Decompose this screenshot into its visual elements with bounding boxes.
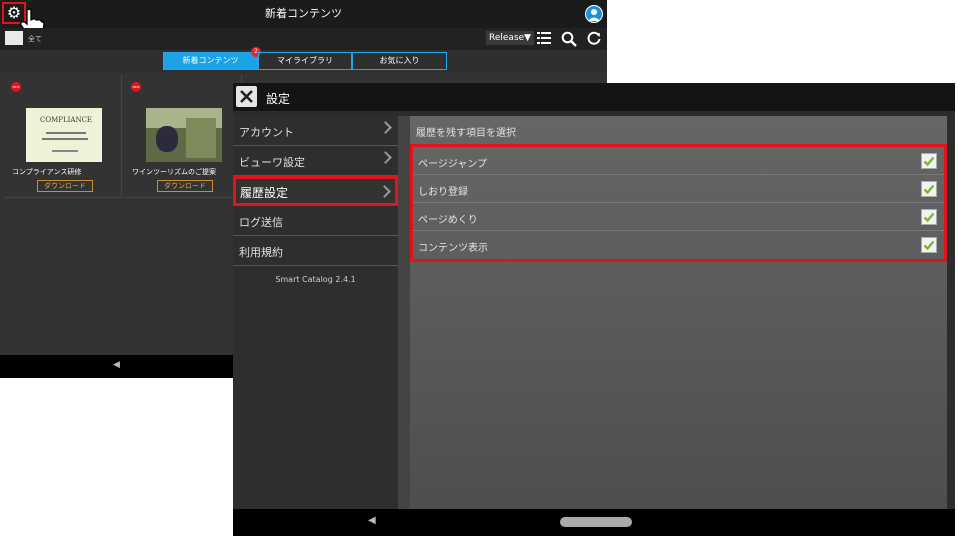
option-label: ページめくり [418, 215, 478, 226]
new-badge: NEW [11, 82, 21, 92]
close-icon [240, 90, 253, 103]
checkmark-icon [923, 212, 935, 223]
menu-label: 履歴設定 [240, 186, 289, 200]
settings-header [233, 83, 955, 111]
panel-header: 履歴を残す項目を選択 [416, 128, 516, 139]
back-icon[interactable]: ◀ [368, 515, 376, 526]
content-card[interactable]: NEW ワインツーリズムのご提案 ダウンロード [124, 74, 242, 198]
content-card[interactable]: NEW COMPLIANCE コンプライアンス研修 ダウンロード [4, 74, 122, 198]
option-checkbox[interactable] [921, 181, 937, 197]
panel-divider [398, 116, 410, 509]
card-title: コンプライアンス研修 [12, 168, 82, 176]
chevron-right-icon [379, 121, 392, 134]
list-view-icon[interactable] [537, 31, 551, 45]
tab-label: マイライブラリ [277, 56, 333, 65]
home-pill-icon[interactable] [560, 517, 632, 527]
content-thumbnail[interactable] [146, 108, 222, 162]
thumbnail-text: COMPLIANCE [40, 116, 93, 124]
tab-my-library[interactable]: マイライブラリ [258, 52, 352, 70]
menu-item-terms[interactable]: 利用規約 [233, 237, 398, 266]
user-avatar-icon[interactable] [585, 5, 603, 23]
option-checkbox[interactable] [921, 153, 937, 169]
menu-item-send-log[interactable]: ログ送信 [233, 207, 398, 236]
new-badge: NEW [131, 82, 141, 92]
menu-label: ビューワ設定 [239, 156, 305, 169]
folder-label: 全て [28, 35, 42, 43]
menu-label: 利用規約 [239, 246, 283, 259]
option-bookmark[interactable]: しおり登録 [413, 175, 944, 203]
menu-label: アカウント [239, 126, 294, 139]
chevron-right-icon [379, 151, 392, 164]
download-button[interactable]: ダウンロード [157, 180, 213, 192]
option-checkbox[interactable] [921, 237, 937, 253]
tab-label: お気に入り [379, 56, 420, 65]
option-page-turn[interactable]: ページめくり [413, 203, 944, 231]
back-icon[interactable]: ◀ [113, 360, 120, 370]
menu-label: ログ送信 [239, 216, 283, 229]
app-version: Smart Catalog 2.4.1 [275, 275, 356, 284]
download-button[interactable]: ダウンロード [37, 180, 93, 192]
option-content-display[interactable]: コンテンツ表示 [413, 231, 944, 259]
content-tabs: 新着コンテンツ 2 マイライブラリ お気に入り [163, 47, 447, 70]
checkmark-icon [923, 184, 935, 195]
menu-item-viewer-settings[interactable]: ビューワ設定 [233, 147, 398, 176]
folder-icon[interactable] [5, 31, 23, 45]
search-icon[interactable] [561, 31, 577, 47]
release-select[interactable]: Release▼ [486, 31, 535, 45]
option-label: ページジャンプ [418, 159, 487, 170]
content-thumbnail[interactable]: COMPLIANCE [26, 108, 102, 162]
refresh-icon[interactable] [587, 31, 601, 45]
option-label: コンテンツ表示 [418, 243, 488, 254]
option-page-jump[interactable]: ページジャンプ [413, 147, 944, 175]
option-checkbox[interactable] [921, 209, 937, 225]
checkmark-icon [923, 240, 935, 251]
card-title: ワインツーリズムのご提案 [132, 168, 216, 176]
checkmark-icon [923, 156, 935, 167]
chevron-right-icon [378, 185, 391, 198]
option-label: しおり登録 [418, 187, 468, 198]
tab-new-contents[interactable]: 新着コンテンツ 2 [163, 47, 261, 70]
menu-item-history-settings[interactable]: 履歴設定 [233, 176, 398, 206]
tab-label: 新着コンテンツ [182, 56, 239, 65]
close-button[interactable] [236, 86, 257, 107]
tab-favorites[interactable]: お気に入り [352, 52, 447, 70]
settings-title: 設定 [266, 92, 291, 106]
app-title: 新着コンテンツ [265, 7, 342, 20]
menu-item-account[interactable]: アカウント [233, 117, 398, 146]
